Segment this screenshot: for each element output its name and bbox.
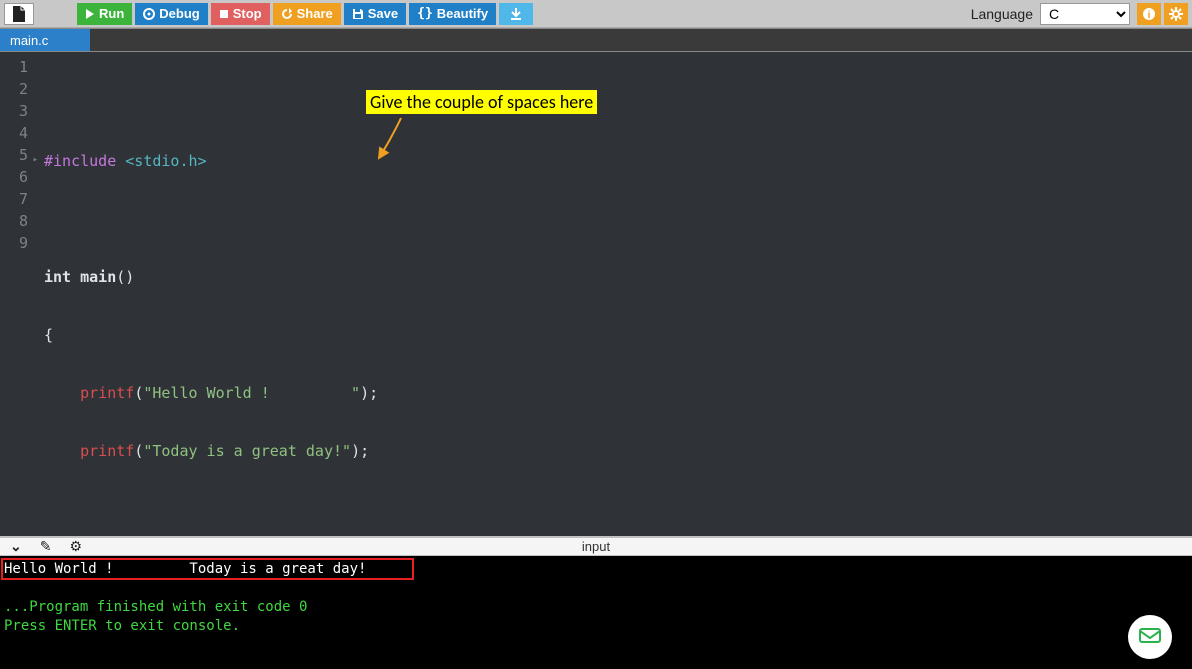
chat-button[interactable] xyxy=(1128,615,1172,659)
save-button[interactable]: Save xyxy=(344,3,406,25)
play-icon xyxy=(85,9,95,19)
code-line xyxy=(36,208,1192,230)
beautify-button[interactable]: {} Beautify xyxy=(409,3,496,25)
edit-icon[interactable]: ✎ xyxy=(40,538,52,555)
debug-label: Debug xyxy=(159,6,199,21)
line-number: 1 xyxy=(0,56,36,78)
arrow-annotation xyxy=(371,114,411,164)
info-button[interactable]: i xyxy=(1137,3,1161,25)
code-line: #include <stdio.h> xyxy=(36,150,1192,172)
code-line xyxy=(36,92,1192,114)
language-select[interactable]: C xyxy=(1040,3,1130,25)
stop-label: Stop xyxy=(233,6,262,21)
tab-main-c[interactable]: main.c xyxy=(0,29,90,51)
debug-icon xyxy=(143,8,155,20)
line-number: 5 xyxy=(0,144,36,166)
line-number: 4 xyxy=(0,122,36,144)
debug-button[interactable]: Debug xyxy=(135,3,207,25)
new-file-button[interactable] xyxy=(4,3,34,25)
stop-icon xyxy=(219,9,229,19)
share-icon xyxy=(281,8,293,20)
chat-icon xyxy=(1138,627,1162,647)
code-line: { xyxy=(36,324,1192,346)
share-button[interactable]: Share xyxy=(273,3,341,25)
line-number: 8 xyxy=(0,210,36,232)
file-icon xyxy=(12,6,26,22)
input-tab-label[interactable]: input xyxy=(582,539,610,554)
download-icon xyxy=(509,7,523,21)
tab-bar: main.c xyxy=(0,28,1192,52)
info-icon: i xyxy=(1142,7,1156,21)
settings-button[interactable] xyxy=(1164,3,1188,25)
stop-button[interactable]: Stop xyxy=(211,3,270,25)
panel-divider[interactable]: ⌄ ✎ ⚙ input xyxy=(0,536,1192,556)
line-number: 6 xyxy=(0,166,36,188)
code-content[interactable]: #include <stdio.h> int main() { printf("… xyxy=(36,52,1192,536)
beautify-label: Beautify xyxy=(437,6,488,21)
code-line xyxy=(36,498,1192,520)
line-number: 2 xyxy=(0,78,36,100)
code-editor[interactable]: 1 2 3 4 5 6 7 8 9 #include <stdio.h> int… xyxy=(0,52,1192,536)
tab-label: main.c xyxy=(10,33,48,48)
line-gutter: 1 2 3 4 5 6 7 8 9 xyxy=(0,52,36,536)
language-label: Language xyxy=(971,6,1033,22)
code-line: printf("Hello World ! "); xyxy=(36,382,1192,404)
console-line: Press ENTER to exit console. xyxy=(4,617,1188,636)
download-button[interactable] xyxy=(499,3,533,25)
run-button[interactable]: Run xyxy=(77,3,132,25)
svg-text:i: i xyxy=(1148,10,1151,21)
share-label: Share xyxy=(297,6,333,21)
console-output[interactable]: Hello World ! Today is a great day! ...P… xyxy=(0,556,1192,669)
line-number: 9 xyxy=(0,232,36,254)
save-label: Save xyxy=(368,6,398,21)
gear-icon xyxy=(1169,7,1183,21)
toolbar: Run Debug Stop Share Save {} Beautify La… xyxy=(0,0,1192,28)
console-line: ...Program finished with exit code 0 xyxy=(4,598,1188,617)
line-number: 3 xyxy=(0,100,36,122)
console-blank xyxy=(4,579,1188,598)
save-icon xyxy=(352,8,364,20)
console-line: Hello World ! Today is a great day! xyxy=(4,560,1188,579)
code-line: int main() xyxy=(36,266,1192,288)
chevron-down-icon[interactable]: ⌄ xyxy=(10,538,22,555)
gear-small-icon[interactable]: ⚙ xyxy=(69,538,82,555)
line-number: 7 xyxy=(0,188,36,210)
instruction-annotation: Give the couple of spaces here xyxy=(366,90,597,114)
run-label: Run xyxy=(99,6,124,21)
braces-icon: {} xyxy=(417,6,433,21)
code-line: printf("Today is a great day!"); xyxy=(36,440,1192,462)
